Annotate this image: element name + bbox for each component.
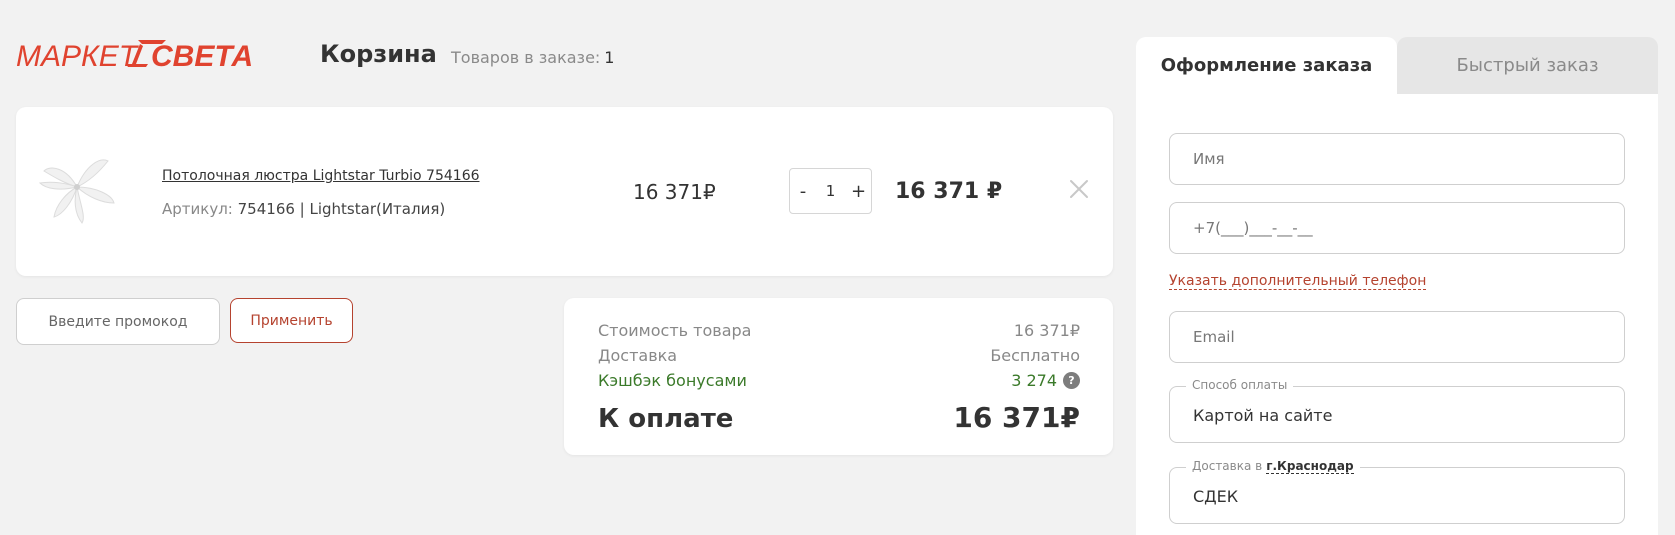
logo-text-left: МАРКЕТ: [16, 40, 140, 73]
item-total-price: 16 371 ₽: [895, 179, 1002, 204]
summary-delivery-value: Бесплатно: [990, 346, 1080, 365]
summary-delivery-label: Доставка: [598, 346, 678, 365]
article-value: 754166 | Lightstar(Италия): [237, 200, 446, 218]
summary-total-value: 16 371₽: [953, 401, 1080, 434]
quantity-stepper: - 1 +: [789, 168, 872, 214]
summary-delivery-row: Доставка Бесплатно: [598, 346, 1080, 365]
item-total-currency: ₽: [986, 179, 1003, 204]
delivery-method-select[interactable]: Доставка в г.Краснодар СДЕК: [1169, 459, 1625, 524]
phone-field[interactable]: [1169, 202, 1625, 254]
unit-price-currency: ₽: [702, 180, 716, 204]
promo-code-input[interactable]: [16, 298, 220, 345]
apply-promo-button[interactable]: Применить: [230, 298, 353, 343]
decrease-quantity-button[interactable]: -: [796, 181, 810, 202]
summary-cashback-label: Кэшбэк бонусами: [598, 371, 747, 390]
summary-total-row: К оплате 16 371₽: [598, 401, 1080, 434]
summary-cashback-value: 3 274: [1011, 371, 1057, 390]
item-total-value: 16 371: [895, 179, 980, 204]
checkout-form: Указать дополнительный телефон Способ оп…: [1136, 94, 1658, 535]
checkout-panel: Оформление заказа Быстрый заказ Указать …: [1136, 37, 1658, 535]
payment-method-value[interactable]: Картой на сайте: [1193, 406, 1332, 425]
order-count-value: 1: [604, 48, 615, 67]
article-label: Артикул:: [162, 200, 233, 218]
product-image[interactable]: [36, 147, 118, 227]
delivery-legend-label: Доставка в: [1192, 459, 1263, 473]
summary-goods-value: 16 371₽: [1013, 321, 1080, 340]
delivery-legend: Доставка в г.Краснодар: [1186, 459, 1360, 474]
payment-method-select[interactable]: Способ оплаты Картой на сайте: [1169, 378, 1625, 443]
email-field[interactable]: [1169, 311, 1625, 363]
question-icon[interactable]: ?: [1063, 372, 1080, 389]
product-name-link[interactable]: Потолочная люстра Lightstar Turbio 75416…: [162, 168, 480, 184]
order-count: Товаров в заказе: 1: [451, 48, 614, 67]
quantity-value[interactable]: 1: [826, 182, 836, 200]
tab-checkout[interactable]: Оформление заказа: [1136, 37, 1397, 94]
delivery-city-link[interactable]: г.Краснодар: [1266, 459, 1354, 474]
product-article: Артикул: 754166 | Lightstar(Италия): [162, 200, 445, 218]
order-count-label: Товаров в заказе:: [451, 48, 601, 67]
tab-quick-order[interactable]: Быстрый заказ: [1397, 37, 1658, 94]
order-summary: Стоимость товара 16 371₽ Доставка Беспла…: [564, 298, 1113, 455]
add-extra-phone-link[interactable]: Указать дополнительный телефон: [1169, 273, 1427, 290]
cart-item-card: Потолочная люстра Lightstar Turbio 75416…: [16, 107, 1113, 276]
unit-price-value: 16 371: [633, 180, 703, 204]
page-title: Корзина: [320, 40, 437, 68]
increase-quantity-button[interactable]: +: [851, 181, 866, 202]
logo-text-right: СВЕТА: [151, 40, 253, 73]
unit-price: 16 371₽: [633, 180, 716, 204]
payment-method-legend: Способ оплаты: [1186, 378, 1294, 392]
summary-cashback-value-wrap: 3 274?: [1011, 371, 1080, 390]
summary-total-label: К оплате: [598, 404, 734, 434]
close-icon[interactable]: [1068, 178, 1090, 200]
name-field[interactable]: [1169, 133, 1625, 185]
delivery-method-value[interactable]: СДЕК: [1193, 487, 1238, 506]
site-logo[interactable]: МАРКЕТ СВЕТА: [16, 34, 266, 74]
summary-goods-label: Стоимость товара: [598, 321, 752, 340]
summary-goods-row: Стоимость товара 16 371₽: [598, 321, 1080, 340]
summary-cashback-row: Кэшбэк бонусами 3 274?: [598, 371, 1080, 390]
